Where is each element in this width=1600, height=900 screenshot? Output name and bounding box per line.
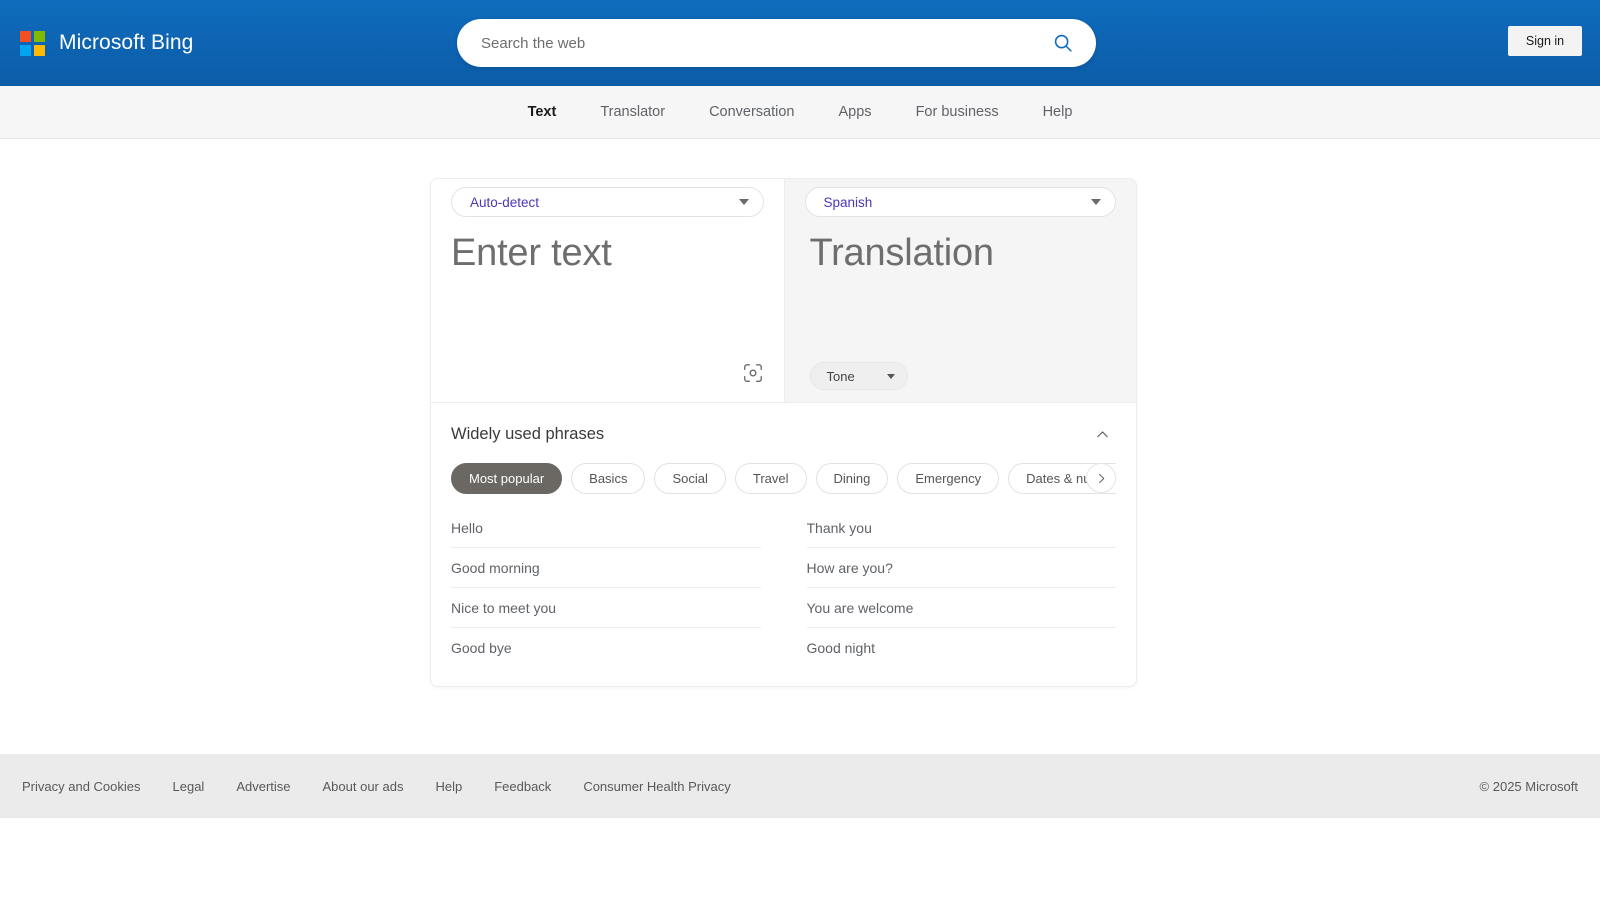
footer-links: Privacy and Cookies Legal Advertise Abou… (22, 779, 763, 794)
copyright-text: © 2025 Microsoft (1479, 778, 1578, 794)
translation-placeholder: Translation (809, 232, 995, 274)
chip-social[interactable]: Social (654, 463, 726, 494)
target-language-row: Spanish (785, 179, 1137, 225)
tone-select-button[interactable]: Tone (809, 362, 908, 390)
chip-basics[interactable]: Basics (571, 463, 646, 494)
chevron-down-icon (1091, 199, 1101, 205)
chevron-right-icon (1098, 473, 1104, 483)
footer-link-about-our-ads[interactable]: About our ads (323, 779, 436, 794)
list-item[interactable]: Thank you (806, 508, 1116, 548)
brand-logo-area[interactable]: Microsoft Bing (20, 23, 193, 63)
source-language-row: Auto-detect (431, 179, 784, 225)
list-item[interactable]: Good bye (451, 628, 761, 668)
chevron-down-icon (886, 373, 895, 379)
list-item[interactable]: Good morning (451, 548, 761, 588)
target-pane: Spanish Translation Tone (783, 179, 1137, 402)
chip-dining[interactable]: Dining (815, 463, 889, 494)
brand-name: Microsoft Bing (59, 31, 194, 54)
footer-link-legal[interactable]: Legal (173, 779, 237, 794)
target-language-value: Spanish (823, 194, 873, 210)
source-pane: Auto-detect Enter text (431, 179, 784, 402)
chevron-up-icon (1096, 430, 1108, 437)
source-language-select[interactable]: Auto-detect (451, 187, 764, 217)
source-language-value: Auto-detect (470, 194, 540, 210)
scan-image-button[interactable] (738, 358, 768, 388)
list-item[interactable]: Good night (807, 628, 1117, 668)
phrase-list: Hello Thank you Good morning How are you… (451, 508, 1116, 668)
nav-item-text[interactable]: Text (506, 86, 579, 138)
list-item[interactable]: How are you? (806, 548, 1116, 588)
chip-emergency[interactable]: Emergency (897, 463, 1000, 494)
nav-item-help[interactable]: Help (1021, 86, 1095, 138)
page-header: Microsoft Bing Sign in (0, 0, 1600, 86)
page-footer: Privacy and Cookies Legal Advertise Abou… (0, 754, 1600, 818)
translate-panes: Auto-detect Enter text Spanish Translati… (431, 179, 1136, 403)
footer-link-consumer-health-privacy[interactable]: Consumer Health Privacy (583, 779, 762, 794)
footer-link-help[interactable]: Help (435, 779, 494, 794)
phrases-header: Widely used phrases (451, 419, 1116, 449)
target-language-select[interactable]: Spanish (804, 187, 1116, 217)
main-stage: Auto-detect Enter text Spanish Translati… (0, 139, 1600, 818)
nav-item-apps[interactable]: Apps (817, 86, 894, 138)
chip-travel[interactable]: Travel (734, 463, 807, 494)
widely-used-phrases-section: Widely used phrases Most popular Basics … (431, 403, 1136, 686)
list-item[interactable]: You are welcome (806, 588, 1116, 628)
list-item[interactable]: Hello (451, 508, 761, 548)
source-text-placeholder[interactable]: Enter text (431, 231, 784, 277)
chip-most-popular[interactable]: Most popular (451, 463, 563, 494)
nav-item-for-business[interactable]: For business (894, 86, 1021, 138)
phrase-category-chips: Most popular Basics Social Travel Dining… (451, 463, 1116, 494)
footer-link-feedback[interactable]: Feedback (494, 779, 583, 794)
camera-scan-icon (743, 364, 762, 382)
search-input[interactable] (479, 33, 1048, 53)
search-icon (1054, 34, 1072, 52)
microsoft-logo-icon (20, 30, 45, 56)
nav-item-conversation[interactable]: Conversation (687, 86, 816, 138)
phrase-categories-next-button[interactable] (1086, 463, 1116, 493)
search-bar (457, 19, 1096, 67)
search-box[interactable] (457, 19, 1096, 67)
translator-card: Auto-detect Enter text Spanish Translati… (430, 178, 1137, 687)
sign-in-button[interactable]: Sign in (1508, 26, 1582, 56)
list-item[interactable]: Nice to meet you (451, 588, 761, 628)
phrases-title: Widely used phrases (451, 424, 605, 443)
search-button[interactable] (1048, 28, 1078, 58)
footer-link-advertise[interactable]: Advertise (236, 779, 322, 794)
footer-link-privacy-and-cookies[interactable]: Privacy and Cookies (22, 779, 173, 794)
tone-label: Tone (826, 368, 855, 384)
secondary-nav: Text Translator Conversation Apps For bu… (0, 86, 1600, 139)
chevron-down-icon (738, 199, 749, 205)
nav-item-translator[interactable]: Translator (578, 86, 687, 138)
collapse-phrases-button[interactable] (1088, 420, 1116, 448)
